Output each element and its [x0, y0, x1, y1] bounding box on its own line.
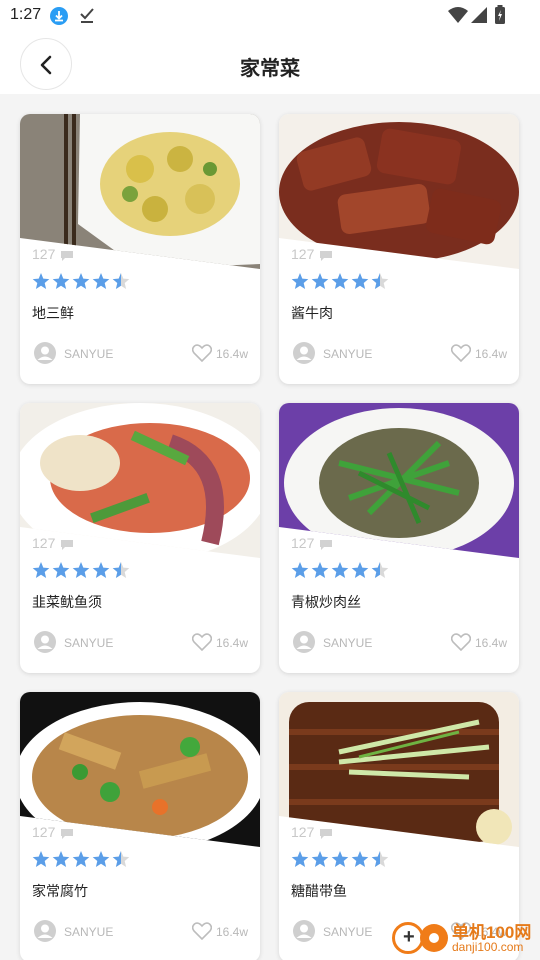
battery-icon: [494, 5, 506, 30]
view-count: 127: [291, 535, 315, 551]
watermark-url: danji100.com: [452, 940, 524, 954]
squid-dish-photo[interactable]: [20, 403, 260, 558]
rating-stars: [32, 561, 132, 584]
author-name[interactable]: SANYUE: [323, 347, 372, 361]
author-name[interactable]: SANYUE: [323, 925, 372, 939]
view-count: 127: [32, 535, 56, 551]
site-watermark: + 单机100网 danji100.com: [392, 916, 538, 960]
comment-icon: [60, 827, 74, 845]
like-count: 16.4w: [475, 636, 508, 650]
like-heart-icon[interactable]: [450, 344, 472, 367]
rating-stars: [32, 850, 132, 873]
comment-icon: [60, 249, 74, 267]
watermark-logo-dot: [420, 924, 448, 952]
dish-name: 酱牛肉: [291, 305, 333, 321]
view-count: 127: [32, 824, 56, 840]
like-count: 16.4w: [216, 925, 249, 939]
user-avatar-icon[interactable]: [293, 920, 315, 947]
dish-name: 家常腐竹: [32, 883, 88, 899]
like-heart-icon[interactable]: [191, 633, 213, 656]
author-name[interactable]: SANYUE: [64, 347, 113, 361]
dish-name: 地三鲜: [32, 305, 74, 321]
wifi-icon: [448, 6, 468, 29]
like-heart-icon[interactable]: [191, 344, 213, 367]
rating-stars: [291, 850, 391, 873]
like-count: 16.4w: [216, 636, 249, 650]
dish-name: 青椒炒肉丝: [291, 594, 361, 610]
comment-icon: [60, 538, 74, 556]
comment-icon: [319, 249, 333, 267]
user-avatar-icon[interactable]: [34, 342, 56, 369]
dish-name: 糖醋带鱼: [291, 883, 347, 899]
rating-stars: [291, 561, 391, 584]
rating-stars: [32, 272, 132, 295]
user-avatar-icon[interactable]: [34, 920, 56, 947]
author-name[interactable]: SANYUE: [64, 925, 113, 939]
download-done-icon: [78, 6, 96, 29]
page-title: 家常菜: [240, 58, 300, 80]
view-count: 127: [291, 824, 315, 840]
like-heart-icon[interactable]: [450, 633, 472, 656]
comment-icon: [319, 827, 333, 845]
view-count: 127: [32, 246, 56, 262]
signal-icon: [470, 6, 488, 29]
recipe-card[interactable]: 127 地三鲜 SANYUE 16.4w: [20, 114, 260, 384]
pepper-pork-photo[interactable]: [279, 403, 519, 558]
recipe-card[interactable]: 127 酱牛肉 SANYUE 16.4w: [279, 114, 519, 384]
hairtail-fish-photo[interactable]: [279, 692, 519, 847]
tofu-skin-photo[interactable]: [20, 692, 260, 847]
status-bar: 1:27: [0, 0, 540, 32]
user-avatar-icon[interactable]: [34, 631, 56, 658]
author-name[interactable]: SANYUE: [323, 636, 372, 650]
download-notification-icon: [50, 7, 68, 25]
header: 家常菜: [0, 32, 540, 94]
recipe-card[interactable]: 127 家常腐竹 SANYUE 16.4w: [20, 692, 260, 960]
author-name[interactable]: SANYUE: [64, 636, 113, 650]
recipe-card[interactable]: 127 青椒炒肉丝 SANYUE 16.4w: [279, 403, 519, 673]
dish-name: 韭菜鱿鱼须: [32, 594, 102, 610]
recipe-card[interactable]: 127 韭菜鱿鱼须 SANYUE 16.4w: [20, 403, 260, 673]
potato-dish-photo[interactable]: [20, 114, 260, 269]
like-count: 16.4w: [475, 347, 508, 361]
user-avatar-icon[interactable]: [293, 631, 315, 658]
view-count: 127: [291, 246, 315, 262]
status-time: 1:27: [10, 6, 42, 23]
like-heart-icon[interactable]: [191, 922, 213, 945]
like-count: 16.4w: [216, 347, 249, 361]
braised-beef-photo[interactable]: [279, 114, 519, 269]
rating-stars: [291, 272, 391, 295]
user-avatar-icon[interactable]: [293, 342, 315, 369]
comment-icon: [319, 538, 333, 556]
